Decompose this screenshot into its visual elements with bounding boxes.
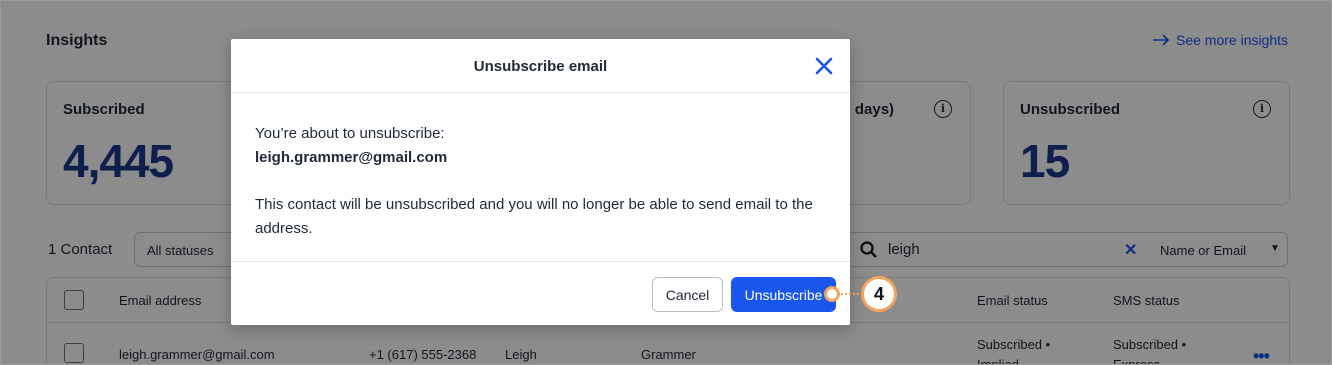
dialog-email: leigh.grammer@gmail.com <box>255 149 448 166</box>
callout-dot <box>824 286 840 302</box>
cancel-button[interactable]: Cancel <box>652 277 723 312</box>
callout-connector <box>841 293 863 295</box>
dialog-intro: You’re about to unsubscribe: <box>255 125 445 142</box>
unsubscribe-dialog: Unsubscribe email You’re about to unsubs… <box>231 39 850 325</box>
dialog-header: Unsubscribe email <box>231 39 850 93</box>
unsubscribe-button[interactable]: Unsubscribe <box>731 277 836 312</box>
dialog-body: You’re about to unsubscribe: leigh.gramm… <box>255 122 815 241</box>
step-callout-badge: 4 <box>861 276 897 312</box>
dialog-title: Unsubscribe email <box>473 58 608 75</box>
dialog-warning: This contact will be unsubscribed and yo… <box>255 196 813 237</box>
close-icon[interactable] <box>814 56 834 76</box>
dialog-footer: Cancel Unsubscribe <box>231 261 850 325</box>
contacts-page: Insights See more insights Subscribed 4,… <box>0 0 1332 365</box>
